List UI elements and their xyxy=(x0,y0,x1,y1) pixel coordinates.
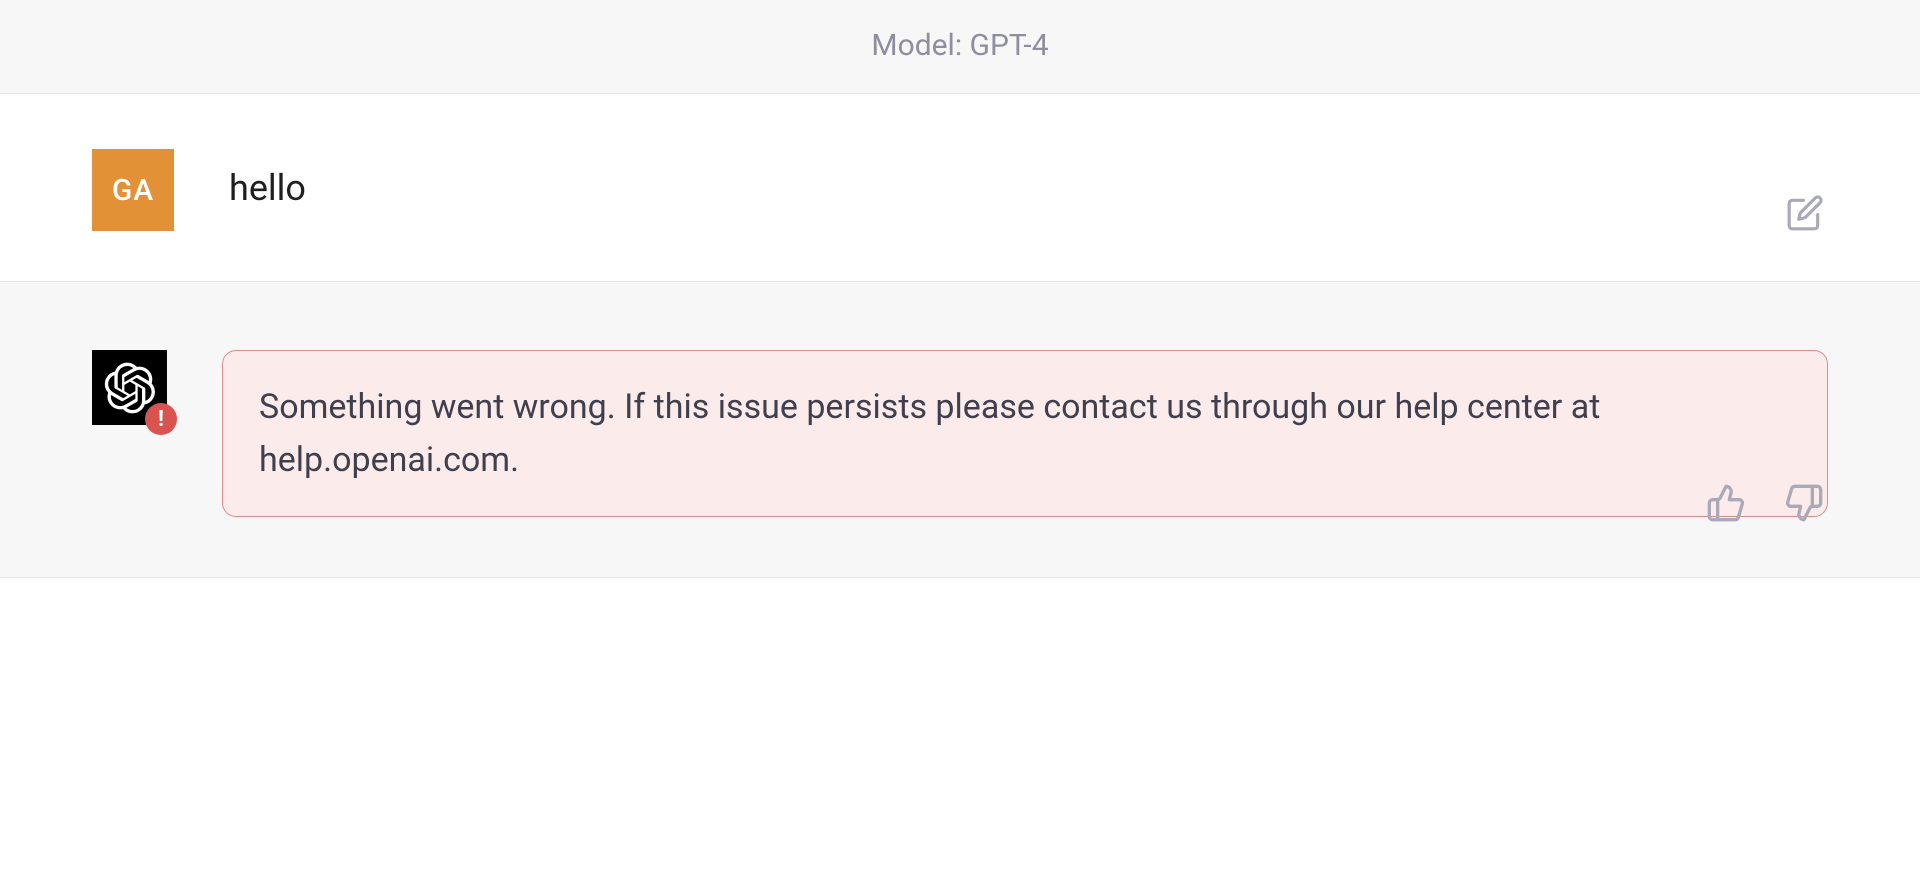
thumbs-up-button[interactable] xyxy=(1706,483,1746,527)
user-message-text: hello xyxy=(229,149,306,209)
assistant-row: ! Something went wrong. If this issue pe… xyxy=(92,350,1828,517)
bottom-area xyxy=(0,578,1920,838)
thumbs-down-icon xyxy=(1784,483,1824,523)
model-header: Model: GPT-4 xyxy=(0,0,1920,94)
edit-message-button[interactable] xyxy=(1786,194,1824,236)
model-label: Model: GPT-4 xyxy=(871,28,1048,63)
error-badge-text: ! xyxy=(158,407,164,432)
thumbs-up-icon xyxy=(1706,483,1746,523)
error-message-text: Something went wrong. If this issue pers… xyxy=(259,387,1600,480)
user-row: GA hello xyxy=(92,149,1828,231)
error-badge: ! xyxy=(145,403,177,435)
openai-logo-icon xyxy=(104,362,156,414)
assistant-avatar-wrap: ! xyxy=(92,350,167,425)
edit-icon xyxy=(1786,194,1824,232)
user-message-turn: GA hello xyxy=(0,94,1920,282)
thumbs-down-button[interactable] xyxy=(1784,483,1824,527)
user-avatar: GA xyxy=(92,149,174,231)
user-avatar-initials: GA xyxy=(112,173,154,208)
error-message-box: Something went wrong. If this issue pers… xyxy=(222,350,1828,517)
assistant-message-turn: ! Something went wrong. If this issue pe… xyxy=(0,282,1920,578)
feedback-row xyxy=(1706,483,1824,527)
